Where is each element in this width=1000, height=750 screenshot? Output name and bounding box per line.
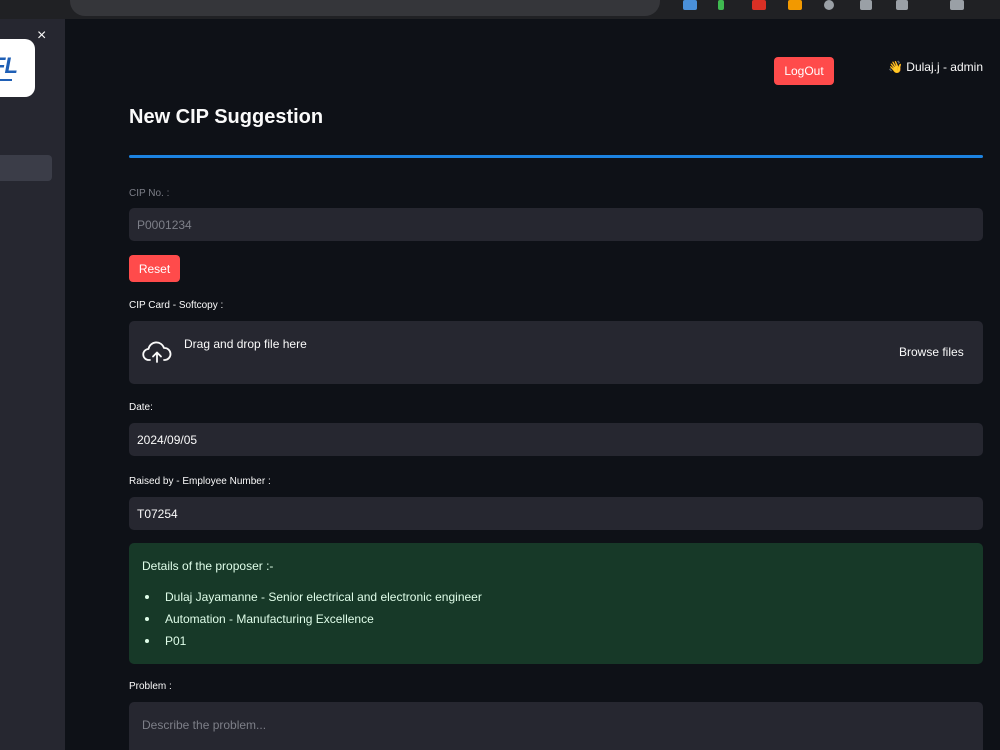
logout-button[interactable]: LogOut bbox=[774, 57, 834, 85]
date-input[interactable] bbox=[129, 423, 983, 456]
extension-icon[interactable] bbox=[718, 0, 724, 10]
page-title: New CIP Suggestion bbox=[129, 106, 324, 128]
extension-icon[interactable] bbox=[860, 0, 872, 10]
sidebar-nav-item[interactable] bbox=[0, 155, 52, 181]
proposer-details-box: Details of the proposer :- Dulaj Jayaman… bbox=[129, 543, 983, 664]
file-uploader[interactable]: Drag and drop file here Browse files bbox=[129, 321, 983, 384]
user-name: Dulaj.j - admin bbox=[906, 60, 983, 74]
problem-textarea[interactable] bbox=[129, 702, 983, 750]
user-greeting: 👋 Dulaj.j - admin bbox=[888, 60, 983, 74]
title-divider bbox=[129, 155, 983, 158]
cloud-upload-icon bbox=[142, 341, 172, 363]
proposer-list: Dulaj Jayamanne - Senior electrical and … bbox=[142, 590, 482, 656]
browse-files-button[interactable]: Browse files bbox=[899, 345, 964, 359]
list-item: Automation - Manufacturing Excellence bbox=[142, 612, 482, 634]
proposer-heading: Details of the proposer :- bbox=[142, 559, 274, 573]
extension-icon[interactable] bbox=[824, 0, 834, 10]
browser-toolbar: p bbox=[0, 0, 1000, 19]
extension-icon[interactable] bbox=[683, 0, 697, 10]
raised-by-label: Raised by - Employee Number : bbox=[129, 476, 271, 487]
sidebar: FL × bbox=[0, 19, 65, 750]
list-item: Dulaj Jayamanne - Senior electrical and … bbox=[142, 590, 482, 612]
cip-no-input[interactable] bbox=[129, 208, 983, 241]
extension-icon[interactable] bbox=[896, 0, 908, 10]
close-icon[interactable]: × bbox=[37, 27, 46, 45]
upload-instructions: Drag and drop file here bbox=[184, 337, 307, 351]
reset-button[interactable]: Reset bbox=[129, 255, 180, 282]
cip-no-label: CIP No. : bbox=[129, 188, 170, 199]
employee-number-input[interactable] bbox=[129, 497, 983, 530]
cip-card-label: CIP Card - Softcopy : bbox=[129, 300, 224, 311]
problem-label: Problem : bbox=[129, 681, 172, 692]
date-label: Date: bbox=[129, 402, 153, 413]
address-bar[interactable]: p bbox=[70, 0, 660, 16]
waving-hand-icon: 👋 bbox=[888, 60, 903, 74]
list-item: P01 bbox=[142, 634, 482, 656]
logo-text: FL bbox=[0, 53, 18, 78]
logo-underline bbox=[0, 79, 12, 81]
company-logo: FL bbox=[0, 39, 35, 97]
profile-icon[interactable] bbox=[950, 0, 964, 10]
extension-icon[interactable] bbox=[752, 0, 766, 10]
extension-icon[interactable] bbox=[788, 0, 802, 10]
